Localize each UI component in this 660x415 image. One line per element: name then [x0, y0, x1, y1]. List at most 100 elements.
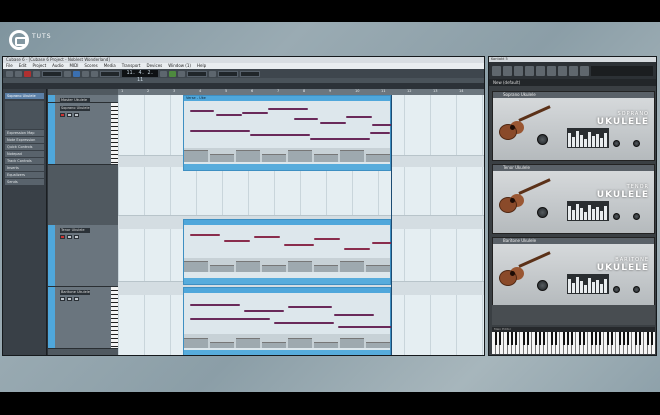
toolbar-button[interactable]	[33, 70, 40, 77]
menu-item[interactable]: Edit	[19, 63, 27, 69]
folder-track[interactable]: Master Ukulele	[48, 95, 118, 103]
record-enable-button[interactable]	[60, 235, 65, 239]
slider-bar[interactable]	[584, 285, 587, 293]
midi-note[interactable]	[370, 132, 390, 134]
menu-item[interactable]: Window (1)	[168, 63, 191, 69]
midi-note[interactable]	[250, 134, 310, 136]
velocity-bar[interactable]	[288, 338, 312, 348]
black-key[interactable]	[506, 332, 509, 345]
velocity-bar[interactable]	[236, 261, 260, 272]
velocity-bar[interactable]	[340, 150, 364, 162]
black-key[interactable]	[526, 332, 529, 345]
master-icon[interactable]	[536, 65, 545, 76]
velocity-bar[interactable]	[236, 338, 260, 348]
slider-bar[interactable]	[584, 212, 587, 220]
inspector-section[interactable]: Track Controls	[5, 158, 44, 164]
midi-note[interactable]	[190, 234, 220, 236]
inspector-section[interactable]: Quick Controls	[5, 144, 44, 150]
slider-bar[interactable]	[584, 139, 587, 147]
play-button[interactable]	[169, 70, 176, 77]
black-key[interactable]	[566, 332, 569, 345]
midi-part-soprano[interactable]: Verse - Uke	[183, 95, 392, 171]
quantize-field[interactable]	[218, 70, 238, 77]
midi-note[interactable]	[372, 242, 392, 244]
slider-bar[interactable]	[576, 131, 579, 147]
right-locator[interactable]	[391, 95, 392, 355]
slider-bar[interactable]	[568, 133, 571, 147]
articulation-sliders[interactable]	[567, 274, 609, 294]
black-key[interactable]	[638, 332, 641, 345]
options-icon[interactable]	[514, 65, 523, 76]
inspector-section[interactable]: Expression Map	[5, 130, 44, 136]
midi-note[interactable]	[216, 114, 242, 116]
black-key[interactable]	[610, 332, 613, 345]
volume-knob[interactable]	[537, 280, 548, 291]
slider-bar[interactable]	[592, 282, 595, 293]
toolbar-field[interactable]	[240, 70, 260, 77]
slider-bar[interactable]	[604, 279, 607, 293]
record-enable-button[interactable]	[60, 297, 65, 301]
instrument-tenor[interactable]: Tenor Ukulele TENOR UKULELE	[492, 164, 655, 234]
arrange-area[interactable]: Verse - Uke	[118, 95, 484, 355]
tone-knob[interactable]	[613, 213, 620, 220]
midi-note[interactable]	[284, 244, 314, 246]
velocity-bar[interactable]	[314, 154, 338, 162]
slider-bar[interactable]	[576, 204, 579, 220]
black-key[interactable]	[542, 332, 545, 345]
black-key[interactable]	[650, 332, 653, 345]
midi-note[interactable]	[244, 310, 284, 312]
black-key[interactable]	[538, 332, 541, 345]
black-key[interactable]	[646, 332, 649, 345]
slider-bar[interactable]	[572, 283, 575, 293]
velocity-bar[interactable]	[262, 342, 286, 348]
black-key[interactable]	[626, 332, 629, 345]
empty-rack-space[interactable]	[492, 305, 655, 325]
black-key[interactable]	[598, 332, 601, 345]
velocity-bar[interactable]	[288, 261, 312, 272]
piano-keyboard[interactable]	[492, 332, 655, 354]
velocity-bar[interactable]	[210, 342, 234, 348]
slider-bar[interactable]	[596, 207, 599, 220]
articulation-sliders[interactable]	[567, 201, 609, 221]
midi-note[interactable]	[334, 314, 374, 316]
black-key[interactable]	[582, 332, 585, 345]
menu-item[interactable]: Audio	[52, 63, 63, 69]
track-tenor[interactable]: Tenor Ukulele	[48, 225, 118, 287]
keyboard-icon[interactable]	[558, 65, 567, 76]
slider-bar[interactable]	[576, 277, 579, 293]
volume-knob[interactable]	[537, 207, 548, 218]
midi-part-tenor[interactable]	[183, 219, 392, 285]
toolbar-field[interactable]	[42, 70, 62, 77]
black-key[interactable]	[594, 332, 597, 345]
velocity-bar[interactable]	[288, 150, 312, 162]
midi-note[interactable]	[190, 110, 214, 112]
velocity-bar[interactable]	[366, 154, 390, 162]
velocity-bar[interactable]	[262, 265, 286, 272]
slider-bar[interactable]	[600, 211, 603, 220]
velocity-bar[interactable]	[210, 154, 234, 162]
slider-bar[interactable]	[580, 208, 583, 220]
midi-note[interactable]	[346, 116, 372, 118]
velocity-bar[interactable]	[184, 338, 208, 348]
midi-note[interactable]	[268, 108, 308, 110]
slider-bar[interactable]	[600, 138, 603, 147]
slider-bar[interactable]	[592, 209, 595, 220]
toolbar-button[interactable]	[91, 70, 98, 77]
volume-knob[interactable]	[537, 134, 548, 145]
slider-bar[interactable]	[588, 205, 591, 220]
midi-note[interactable]	[288, 306, 332, 308]
midi-note[interactable]	[224, 240, 250, 242]
menu-item[interactable]: File	[6, 63, 13, 69]
record-button[interactable]	[24, 70, 31, 77]
velocity-bar[interactable]	[262, 154, 286, 162]
mute-button[interactable]	[74, 235, 79, 239]
menu-item[interactable]: Scores	[84, 63, 97, 69]
slider-bar[interactable]	[568, 206, 571, 220]
velocity-bar[interactable]	[314, 342, 338, 348]
quick-icon[interactable]	[569, 65, 578, 76]
slider-bar[interactable]	[580, 281, 583, 293]
instrument-soprano[interactable]: Soprano Ukulele SOPRANO UKULELE	[492, 91, 655, 161]
reverb-knob[interactable]	[633, 286, 640, 293]
midi-note[interactable]	[310, 138, 370, 140]
reverb-knob[interactable]	[633, 213, 640, 220]
